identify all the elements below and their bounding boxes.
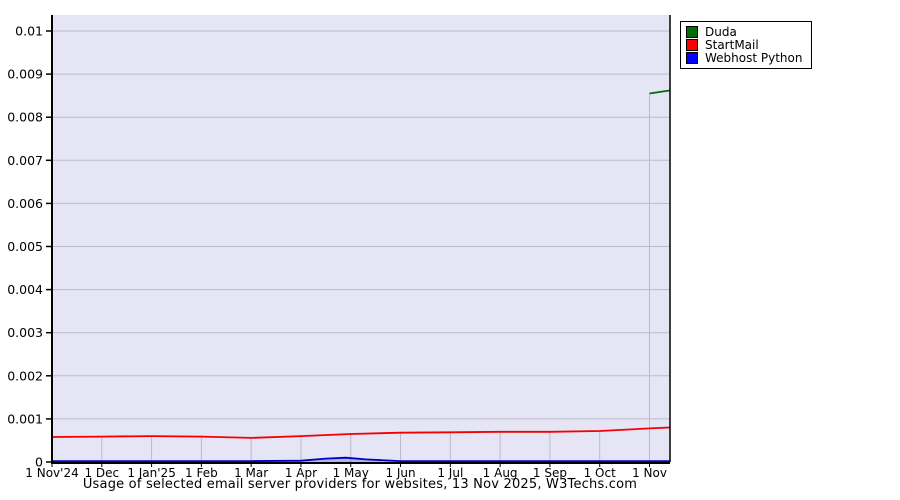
y-axis-labels: 00.0010.0020.0030.0040.0050.0060.0070.00… — [7, 24, 52, 470]
legend-label-duda: Duda — [705, 24, 737, 39]
startmail-swatch-icon — [686, 38, 698, 51]
y-tick-label: 0.002 — [7, 368, 43, 383]
chart-title: Usage of selected email server providers… — [82, 477, 638, 492]
plot-area — [52, 15, 670, 462]
y-tick-label: 0.001 — [7, 411, 43, 426]
y-tick-label: 0.008 — [7, 110, 43, 125]
legend: Duda StartMail Webhost Python — [680, 21, 813, 69]
y-tick-label: 0.007 — [7, 153, 43, 168]
chart-canvas: 00.0010.0020.0030.0040.0050.0060.0070.00… — [7, 15, 671, 480]
y-tick-label: 0.004 — [7, 282, 43, 297]
y-tick-label: 0.006 — [7, 196, 43, 211]
legend-item-webhost-python: Webhost Python — [686, 50, 803, 65]
y-tick-label: 0.009 — [7, 67, 43, 82]
w3techs-usage-chart: 0 0.001 0.002 0.003 0.004 0.005 0.006 0.007 0.00… — [0, 0, 900, 500]
legend-label-webhost-python: Webhost Python — [705, 50, 803, 65]
y-tick-label: 0.003 — [7, 325, 43, 340]
legend-item-duda: Duda — [686, 24, 802, 39]
duda-swatch-icon — [686, 25, 698, 38]
y-tick-label: 0.005 — [7, 239, 43, 254]
webhost-python-swatch-icon — [686, 51, 698, 64]
legend-label-startmail: StartMail — [705, 37, 759, 52]
y-tick-label: 0.01 — [15, 24, 43, 39]
legend-item-startmail: StartMail — [686, 37, 802, 52]
